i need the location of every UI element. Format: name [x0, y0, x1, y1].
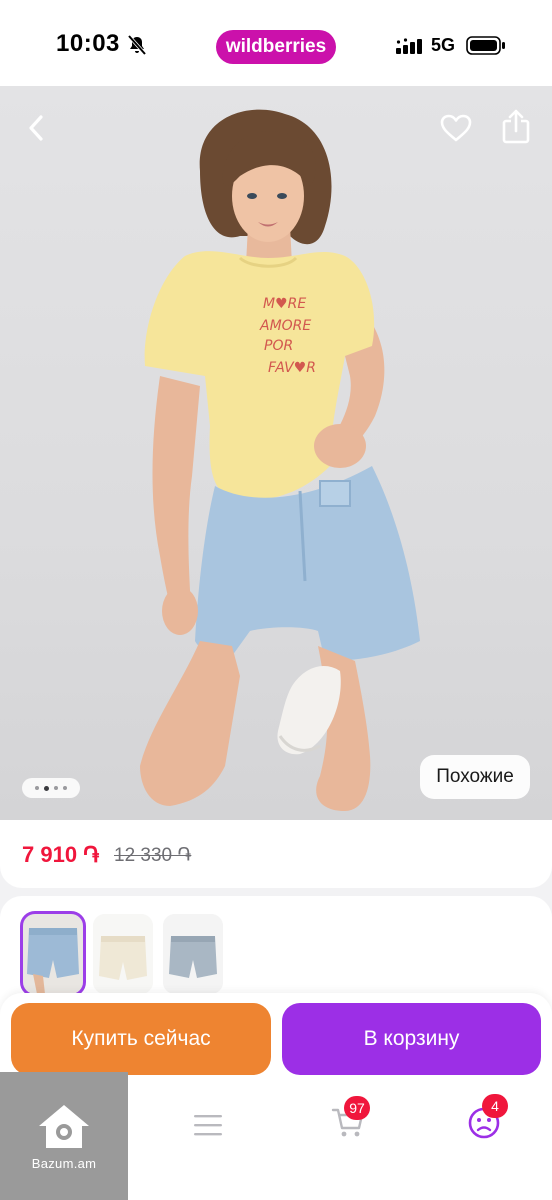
add-to-cart-button[interactable]: В корзину [282, 1003, 541, 1075]
shirt-print-line-3: POR [264, 338, 293, 354]
heart-icon [440, 114, 472, 142]
gallery-pagination[interactable] [22, 778, 80, 798]
shirt-print-line-2: AMORE [259, 318, 311, 334]
product-screen: 10:03 wildberries 5G M♥RE AMORE POR FAV♥… [0, 0, 552, 1200]
shirt-print-line-4: FAV♥R [268, 360, 316, 376]
network-type: 5G [431, 35, 456, 55]
buy-now-button[interactable]: Купить сейчас [11, 1003, 271, 1075]
product-gallery[interactable]: M♥RE AMORE POR FAV♥R Похожие [0, 86, 552, 820]
status-bar: 10:03 wildberries 5G [0, 0, 552, 86]
share-icon [502, 109, 530, 144]
pagination-dot [35, 786, 39, 790]
nav-home[interactable]: Bazum.am [0, 1072, 128, 1200]
nav-cart[interactable]: 97 [324, 1096, 372, 1145]
variant-image [93, 914, 153, 994]
variant-thumb-cream[interactable] [93, 914, 153, 994]
bell-off-icon [127, 34, 147, 56]
product-photo: M♥RE AMORE POR FAV♥R [140, 109, 420, 811]
bottom-navigation: Bazum.am 97 4 [0, 1072, 552, 1200]
chevron-left-icon [29, 115, 43, 141]
price-card: 7 910 ֏ 12 330 ֏ [0, 820, 552, 888]
variant-image [23, 914, 83, 994]
back-button[interactable] [18, 108, 54, 148]
pagination-dot-active [44, 785, 49, 791]
similar-button[interactable]: Похожие [420, 755, 530, 799]
variant-thumb-grey[interactable] [163, 914, 223, 994]
nav-catalog[interactable] [188, 1105, 228, 1145]
old-price: 12 330 ֏ [114, 845, 192, 866]
battery-icon [466, 36, 505, 55]
pagination-dot [63, 786, 67, 790]
house-icon [39, 1104, 89, 1148]
status-time: 10:03 [56, 30, 120, 57]
home-label: Bazum.am [31, 1155, 97, 1171]
nav-profile[interactable]: 4 [460, 1094, 508, 1147]
shirt-print-line-1: M♥RE [263, 296, 306, 312]
pagination-dot [54, 786, 58, 790]
share-button[interactable] [496, 104, 536, 148]
cart-count-badge: 97 [344, 1096, 370, 1120]
brand-pill[interactable]: wildberries [216, 30, 336, 64]
menu-icon [194, 1115, 222, 1136]
variant-image [163, 914, 223, 994]
signal-icon [396, 38, 422, 54]
action-bar: Купить сейчас В корзину [0, 993, 552, 1075]
variant-thumb-light-blue[interactable] [20, 911, 86, 997]
favorite-button[interactable] [436, 108, 476, 148]
current-price: 7 910 ֏ [22, 842, 100, 867]
profile-count-badge: 4 [482, 1094, 508, 1118]
